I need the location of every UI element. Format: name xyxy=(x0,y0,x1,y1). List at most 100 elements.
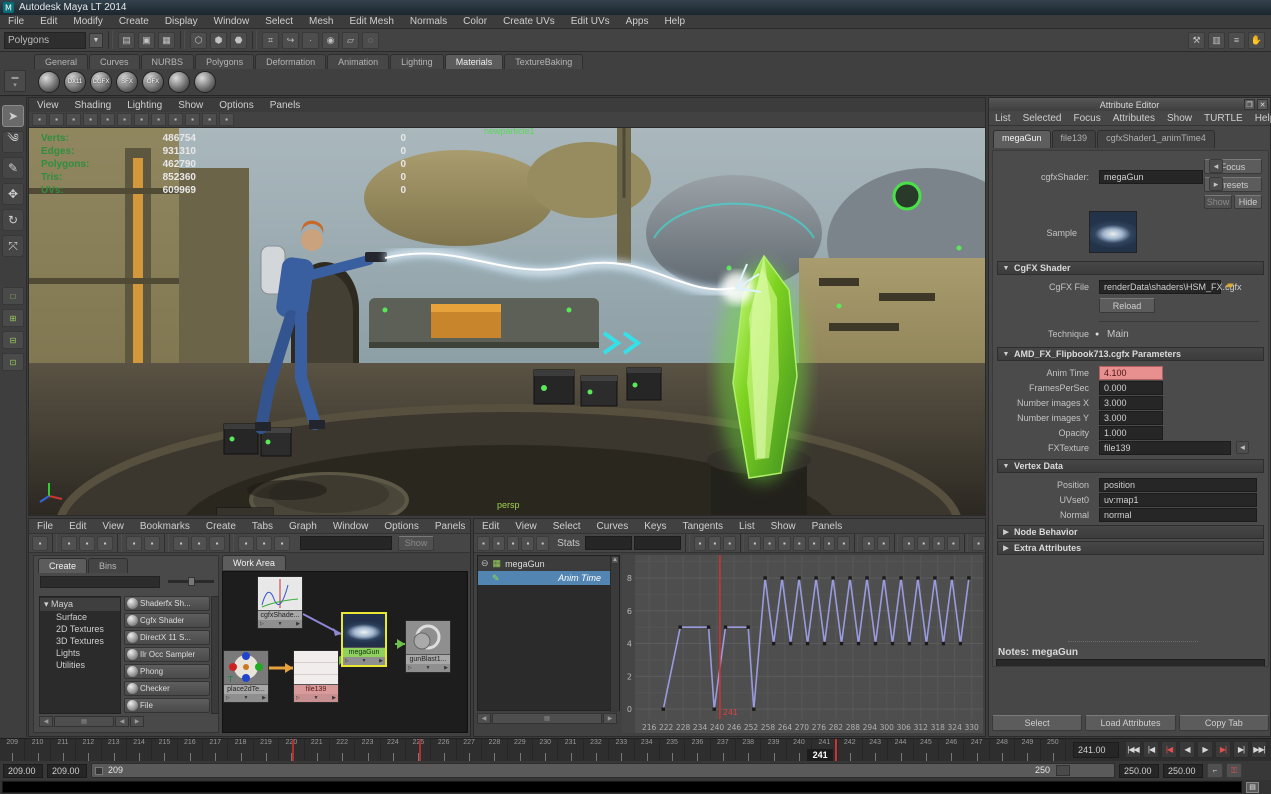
make-live-icon[interactable]: ◌ xyxy=(362,31,379,49)
hypershade-menu-tabs[interactable]: Tabs xyxy=(244,521,281,532)
frame-tick-218[interactable]: 218 xyxy=(228,739,254,762)
scroll-thumb[interactable]: ▤ xyxy=(54,716,114,727)
pre-infinity-cycle-icon[interactable]: ▪ xyxy=(862,535,876,551)
shelf-tab-curves[interactable]: Curves xyxy=(89,54,140,69)
joint-xray-icon[interactable]: ▪ xyxy=(219,113,234,126)
node-collapse-icon[interactable]: ▼ xyxy=(244,695,249,701)
create-node-phong[interactable]: Phong xyxy=(124,664,210,679)
shelf-collapse-button[interactable]: ▬ ▾ xyxy=(4,70,26,92)
menu-mesh[interactable]: Mesh xyxy=(301,16,341,27)
range-checkbox[interactable] xyxy=(95,767,103,775)
auto-keyframe-icon[interactable]: ⚿ xyxy=(1226,763,1242,778)
menu-file[interactable]: File xyxy=(0,16,32,27)
post-infinity-cycle-icon[interactable]: ▪ xyxy=(877,535,891,551)
show-channel-box-icon[interactable]: ▥ xyxy=(1208,31,1225,49)
frame-tick-228[interactable]: 228 xyxy=(482,739,508,762)
unify-tangents-icon[interactable]: ▪ xyxy=(917,535,931,551)
outliner-channel-row[interactable]: ✎ Anim Time xyxy=(478,571,619,585)
vertex-data-section[interactable]: ▼ Vertex Data xyxy=(997,459,1264,473)
step-tangents-icon[interactable]: ▪ xyxy=(807,535,821,551)
frame-tick-215[interactable]: 215 xyxy=(152,739,178,762)
shelf-tab-polygons[interactable]: Polygons xyxy=(195,54,255,69)
graph-menu-edit[interactable]: Edit xyxy=(474,521,507,532)
grid-toggle-icon[interactable]: ▪ xyxy=(83,113,98,126)
node-expand-right-icon[interactable]: ▶ xyxy=(379,658,383,664)
textured-mode-icon[interactable]: ▪ xyxy=(134,113,149,126)
frame-tick-224[interactable]: 224 xyxy=(381,739,407,762)
ae-tab-file139[interactable]: file139 xyxy=(1051,130,1097,148)
frame-tick-231[interactable]: 231 xyxy=(558,739,584,762)
hypershade-menu-view[interactable]: View xyxy=(94,521,132,532)
graph-menu-curves[interactable]: Curves xyxy=(589,521,637,532)
frame-tick-237[interactable]: 237 xyxy=(711,739,737,762)
range-end-grip[interactable] xyxy=(1056,765,1070,776)
pane-bottom-icon[interactable]: ▪ xyxy=(97,535,113,551)
hypershade-menu-bookmarks[interactable]: Bookmarks xyxy=(132,521,198,532)
graph-menu-show[interactable]: Show xyxy=(763,521,804,532)
shader-node-file139[interactable]: file139 ▷ ▼ ▶ xyxy=(293,650,339,703)
frame-tick-244[interactable]: 244 xyxy=(888,739,914,762)
tree-item-lights[interactable]: Lights xyxy=(40,647,120,659)
open-scene-icon[interactable]: ▣ xyxy=(138,31,155,49)
menu-display[interactable]: Display xyxy=(157,16,206,27)
time-ruler[interactable]: 2092102112122132142152162172182192202212… xyxy=(0,739,1066,762)
attribute-field[interactable]: 0.000 xyxy=(1099,381,1163,395)
grid-large-icon[interactable]: ▪ xyxy=(144,535,160,551)
move-tool-button[interactable]: ✥ xyxy=(2,183,24,205)
frame-tick-232[interactable]: 232 xyxy=(584,739,610,762)
node-behavior-section[interactable]: ▶ Node Behavior xyxy=(997,525,1264,539)
menu-normals[interactable]: Normals xyxy=(402,16,455,27)
tree-item-surface[interactable]: Surface xyxy=(40,611,120,623)
ofx-shader-icon[interactable]: OFX xyxy=(142,71,164,93)
step-forward-button[interactable]: ▶| xyxy=(1233,741,1249,758)
node-expand-right-icon[interactable]: ▶ xyxy=(296,621,300,627)
input-connections-icon[interactable]: ▪ xyxy=(173,535,189,551)
select-node-icon[interactable]: ▸ xyxy=(1209,177,1223,191)
rotate-tool-button[interactable]: ↻ xyxy=(2,209,24,231)
copy-tab-button[interactable]: Copy Tab xyxy=(1178,715,1269,731)
graph-menu-panels[interactable]: Panels xyxy=(804,521,851,532)
lock-tangent-weight-icon[interactable]: ▪ xyxy=(946,535,960,551)
work-area-canvas[interactable]: cgfxShade... ▷ ▼ ▶ megaGun ▷ ▼ ▶ gunBlast1... ▷ ▼ ▶… xyxy=(222,571,468,733)
select-by-object-icon[interactable]: ⬢ xyxy=(210,31,227,49)
menu-window[interactable]: Window xyxy=(206,16,258,27)
buffer-curve-snapshot-icon[interactable]: ▪ xyxy=(693,535,707,551)
scroll-arrow[interactable]: ▶ xyxy=(603,713,617,724)
save-scene-icon[interactable]: ▦ xyxy=(158,31,175,49)
scroll-thumb[interactable]: ▤ xyxy=(492,713,602,724)
shelf-tab-lighting[interactable]: Lighting xyxy=(390,54,444,69)
graph-materials-icon[interactable]: ▪ xyxy=(238,535,254,551)
step-back-button[interactable]: |◀ xyxy=(1143,741,1159,758)
playback-start-field[interactable]: 209.00 xyxy=(47,763,87,778)
tree-item-utilities[interactable]: Utilities xyxy=(40,659,120,671)
node-expand-left-icon[interactable]: ▷ xyxy=(260,621,264,627)
create-node-shaderfx-sh[interactable]: Shaderfx Sh... xyxy=(124,596,210,611)
node-expand-left-icon[interactable]: ▷ xyxy=(408,665,412,671)
show-button[interactable]: Show xyxy=(1204,195,1232,209)
menu-edit-uvs[interactable]: Edit UVs xyxy=(563,16,618,27)
attribute-field[interactable]: file139 xyxy=(1099,441,1231,455)
hypershade-menu-file[interactable]: File xyxy=(29,521,61,532)
snap-to-point-icon[interactable]: ∙ xyxy=(302,31,319,49)
viewport-menu-shading[interactable]: Shading xyxy=(67,100,120,111)
viewport-menu-show[interactable]: Show xyxy=(170,100,211,111)
tree-item-2d-textures[interactable]: 2D Textures xyxy=(40,623,120,635)
shader-node-place2dte[interactable]: Tplace2dTe... ▷ ▼ ▶ xyxy=(223,650,269,703)
wireframe-mode-icon[interactable]: ▪ xyxy=(100,113,115,126)
hypershade-menu-edit[interactable]: Edit xyxy=(61,521,94,532)
current-time-field[interactable]: 241.00 xyxy=(1073,742,1119,758)
selection-mode-dropdown[interactable]: Polygons xyxy=(4,31,86,49)
notes-box[interactable] xyxy=(996,659,1265,666)
command-input[interactable] xyxy=(2,781,1242,793)
ae-menu-help[interactable]: Help xyxy=(1249,113,1271,124)
shader-node-megagun[interactable]: megaGun ▷ ▼ ▶ xyxy=(341,612,387,667)
frame-tick-216[interactable]: 216 xyxy=(178,739,204,762)
select-button[interactable]: Select xyxy=(992,715,1083,731)
frame-tick-217[interactable]: 217 xyxy=(203,739,229,762)
frame-tick-211[interactable]: 211 xyxy=(51,739,77,762)
shelf-tab-texturebaking[interactable]: TextureBaking xyxy=(504,54,584,69)
shelf-tab-materials[interactable]: Materials xyxy=(444,54,504,69)
reload-button[interactable]: Reload xyxy=(1099,298,1155,313)
shelf-tab-general[interactable]: General xyxy=(34,54,89,69)
menu-help[interactable]: Help xyxy=(656,16,693,27)
